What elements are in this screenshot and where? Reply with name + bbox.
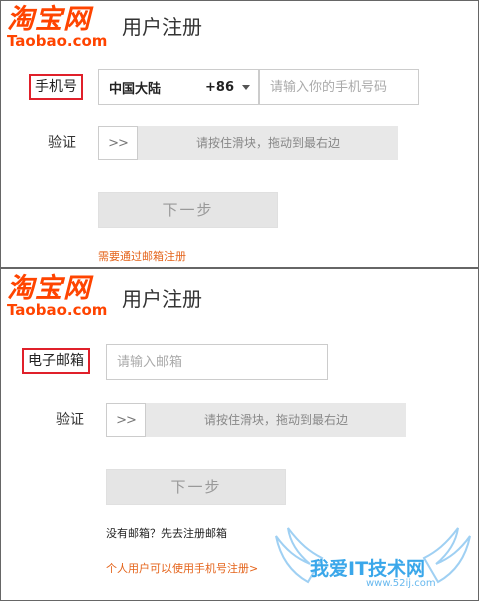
phone-register-link[interactable]: 个人用户可以使用手机号注册> [106,561,258,577]
double-chevron-right-icon: >> [108,135,129,151]
next-button[interactable]: 下一步 [106,469,286,505]
site-watermark: 我爱IT技术网 www.52ij.com [270,520,476,600]
phone-label: 手机号 [29,74,83,100]
country-name: 中国大陆 [109,81,162,97]
verify-label: 验证 [48,135,76,151]
email-input[interactable] [106,344,328,380]
watermark-text: 我爱IT技术网 [310,558,426,580]
double-chevron-right-icon: >> [116,412,137,428]
logo-chinese: 淘宝网 [7,273,91,304]
slider-handle[interactable]: >> [98,126,138,160]
page-title: 用户注册 [122,15,202,39]
phone-input[interactable] [259,69,419,105]
verify-slider[interactable]: >> 请按住滑块，拖动到最右边 [106,403,406,437]
page-title: 用户注册 [122,287,202,311]
taobao-logo[interactable]: 淘宝网 Taobao.com [7,4,115,50]
next-button[interactable]: 下一步 [98,192,278,228]
slider-handle[interactable]: >> [106,403,146,437]
country-select[interactable]: 中国大陆 +86 [98,69,259,105]
phone-registration-panel: 淘宝网 Taobao.com 用户注册 手机号 中国大陆 +86 验证 >> 请… [0,0,479,268]
country-code: +86 [205,79,234,95]
chevron-down-icon [242,84,250,90]
logo-english: Taobao.com [7,32,108,50]
watermark-url: www.52ij.com [366,578,436,589]
slider-hint: 请按住滑块，拖动到最右边 [203,413,348,427]
slider-hint: 请按住滑块，拖动到最右边 [195,136,340,150]
taobao-logo[interactable]: 淘宝网 Taobao.com [7,273,115,319]
verify-slider[interactable]: >> 请按住滑块，拖动到最右边 [98,126,398,160]
no-email-hint[interactable]: 没有邮箱？先去注册邮箱 [106,526,227,542]
email-register-link[interactable]: 需要通过邮箱注册 [98,249,186,265]
logo-english: Taobao.com [7,301,108,319]
email-label: 电子邮箱 [22,348,90,374]
logo-chinese: 淘宝网 [7,4,91,35]
verify-label: 验证 [56,412,84,428]
